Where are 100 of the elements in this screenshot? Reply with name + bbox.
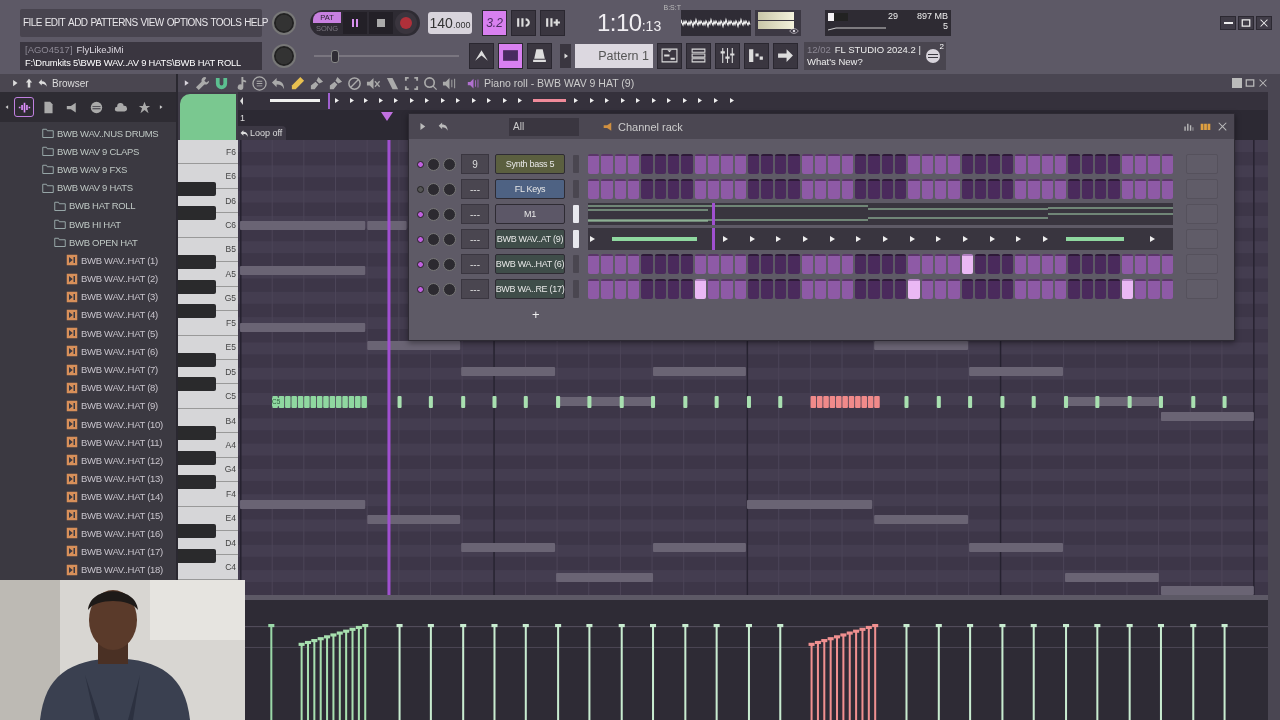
step-button[interactable]: [774, 179, 787, 199]
sample-item[interactable]: BWB WAV..HAT (8): [81, 382, 158, 394]
mute-icon[interactable]: [366, 75, 381, 91]
step-button[interactable]: [841, 254, 853, 274]
step-button[interactable]: [854, 154, 867, 174]
step-button[interactable]: [1121, 179, 1134, 199]
mixer-track-field[interactable]: ---: [461, 229, 489, 249]
step-button[interactable]: [801, 254, 813, 274]
step-button[interactable]: [654, 179, 667, 199]
step-button[interactable]: [1015, 279, 1027, 299]
step-button[interactable]: [1041, 179, 1054, 199]
step-button[interactable]: [1055, 179, 1067, 199]
mixer-button[interactable]: [715, 42, 740, 69]
mixer-track-field[interactable]: ---: [461, 279, 489, 299]
folder-item[interactable]: BWB WAV 9 HATS: [57, 182, 133, 194]
step-button[interactable]: [694, 154, 707, 174]
step-button[interactable]: [694, 254, 707, 274]
magnet-icon[interactable]: [214, 75, 229, 91]
step-button[interactable]: [1095, 179, 1107, 199]
menu-item[interactable]: VIEW: [140, 17, 164, 28]
step-button[interactable]: [1161, 279, 1174, 299]
sample-item[interactable]: BWB WAV..HAT (18): [81, 564, 163, 576]
step-button[interactable]: [588, 179, 600, 199]
step-button[interactable]: [881, 179, 893, 199]
step-button[interactable]: [654, 254, 667, 274]
sample-item[interactable]: BWB WAV..HAT (13): [81, 473, 163, 485]
volume-knob[interactable]: [443, 157, 456, 171]
folder-item[interactable]: BWB WAV 9 CLAPS: [57, 145, 140, 157]
step-button[interactable]: [748, 179, 760, 199]
step-button[interactable]: [908, 179, 920, 199]
step-button[interactable]: [814, 254, 827, 274]
step-button[interactable]: [814, 179, 827, 199]
countdown-button[interactable]: 3.2: [482, 9, 507, 36]
step-button[interactable]: [948, 154, 960, 174]
eye-icon[interactable]: [789, 25, 799, 36]
step-button[interactable]: [721, 179, 733, 199]
step-button[interactable]: [921, 254, 933, 274]
step-button[interactable]: [1041, 154, 1054, 174]
step-button[interactable]: [1095, 154, 1107, 174]
step-button[interactable]: [668, 179, 680, 199]
step-button[interactable]: [934, 179, 947, 199]
sample-item[interactable]: BWB WAV..HAT (14): [81, 491, 163, 503]
step-button[interactable]: [974, 254, 987, 274]
sample-item[interactable]: BWB WAV..HAT (5): [81, 327, 158, 339]
sharp-key[interactable]: [178, 426, 216, 441]
step-button[interactable]: [601, 154, 613, 174]
menu-item[interactable]: TOOLS: [210, 17, 242, 28]
step-button[interactable]: [1041, 279, 1054, 299]
selection-indicator[interactable]: [573, 205, 579, 223]
step-button[interactable]: [614, 254, 627, 274]
step-button[interactable]: [1148, 179, 1160, 199]
step-button[interactable]: [801, 279, 813, 299]
step-button[interactable]: [721, 279, 733, 299]
step-button[interactable]: [908, 254, 920, 274]
step-button[interactable]: [828, 179, 840, 199]
step-button[interactable]: [748, 279, 760, 299]
maximize-button[interactable]: [1238, 15, 1254, 30]
sample-item[interactable]: BWB WAV..HAT (4): [81, 309, 158, 321]
step-button[interactable]: [734, 179, 747, 199]
step-button[interactable]: [668, 254, 680, 274]
delete-icon[interactable]: [347, 75, 362, 91]
step-button[interactable]: [1121, 279, 1134, 299]
news-link[interactable]: What's New?: [807, 55, 863, 67]
step-button[interactable]: [1135, 254, 1147, 274]
volume-knob[interactable]: [443, 182, 456, 196]
step-button[interactable]: [974, 179, 987, 199]
step-button[interactable]: [961, 154, 973, 174]
menu-item[interactable]: PATTERNS: [90, 17, 138, 28]
step-button[interactable]: [894, 254, 907, 274]
step-button[interactable]: [934, 154, 947, 174]
sample-item[interactable]: BWB WAV..HAT (11): [81, 436, 163, 448]
step-button[interactable]: [1081, 154, 1094, 174]
step-button[interactable]: [1028, 179, 1040, 199]
step-button[interactable]: [628, 279, 640, 299]
step-button[interactable]: [1055, 254, 1067, 274]
channel-name-button[interactable]: BWB WA..RE (17): [495, 279, 565, 299]
playhead-marker[interactable]: [381, 112, 393, 121]
sharp-key[interactable]: [178, 377, 216, 392]
pan-knob[interactable]: [427, 207, 440, 221]
step-button[interactable]: [748, 254, 760, 274]
step-button[interactable]: [1148, 254, 1160, 274]
sharp-key[interactable]: [178, 304, 216, 319]
step-button[interactable]: [588, 254, 600, 274]
pan-knob[interactable]: [427, 282, 440, 296]
filter-dropdown[interactable]: All: [509, 117, 579, 136]
step-button[interactable]: [721, 154, 733, 174]
scroll-left-icon[interactable]: [4, 103, 10, 111]
channel-name-button[interactable]: M1: [495, 204, 565, 224]
step-button[interactable]: [828, 154, 840, 174]
step-button[interactable]: [1081, 179, 1094, 199]
step-button[interactable]: [694, 179, 707, 199]
step-button[interactable]: [654, 279, 667, 299]
sharp-key[interactable]: [178, 255, 216, 270]
step-button[interactable]: [1015, 179, 1027, 199]
step-button[interactable]: [814, 154, 827, 174]
step-button[interactable]: [934, 254, 947, 274]
step-button[interactable]: [801, 154, 813, 174]
volume-knob[interactable]: [443, 257, 456, 271]
step-button[interactable]: [854, 179, 867, 199]
step-button[interactable]: [1135, 279, 1147, 299]
